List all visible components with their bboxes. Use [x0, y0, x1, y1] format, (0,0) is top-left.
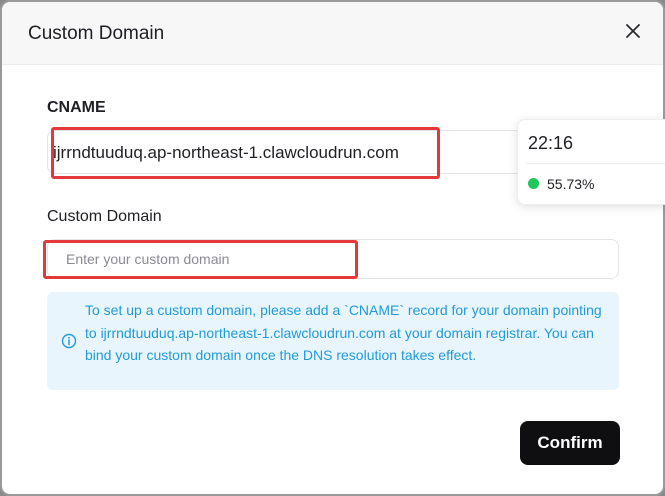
confirm-button[interactable]: Confirm [520, 421, 620, 465]
custom-domain-input[interactable] [48, 240, 608, 278]
status-popover: 22:16 55.73% [517, 119, 665, 205]
cname-value: ijrrndtuuduq.ap-northeast-1.clawcloudrun… [53, 143, 399, 162]
custom-domain-label: Custom Domain [47, 208, 162, 225]
cname-label: CNAME [47, 99, 106, 116]
status-dot-icon [528, 178, 539, 189]
popover-divider [526, 163, 665, 164]
popover-time: 22:16 [528, 133, 574, 153]
dialog-title: Custom Domain [28, 23, 165, 44]
custom-domain-dialog: Custom Domain CNAME ijrrndtuuduq.ap-nort… [0, 0, 665, 496]
popover-percent: 55.73% [547, 176, 595, 192]
close-icon[interactable] [622, 20, 644, 42]
dialog-header: Custom Domain [2, 2, 663, 65]
info-icon [61, 333, 77, 349]
info-text: To set up a custom domain, please add a … [85, 302, 602, 363]
